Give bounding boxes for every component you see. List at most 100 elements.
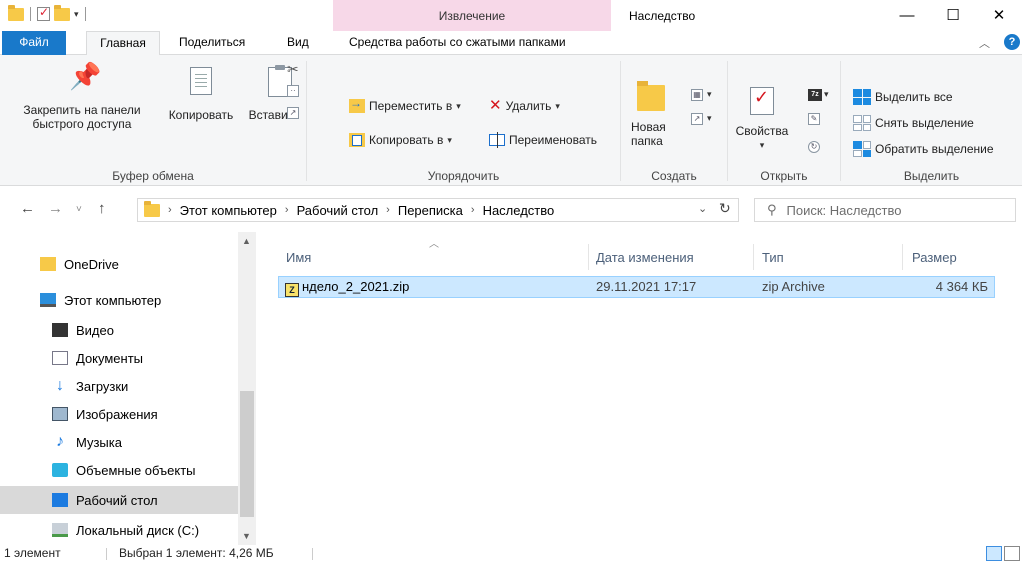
column-header-size[interactable]: Размер <box>912 248 957 268</box>
close-button[interactable]: ✕ <box>976 0 1022 31</box>
pin-icon: 📌 <box>69 61 102 91</box>
sort-ascending-icon: ︿ <box>429 239 439 250</box>
copy-icon <box>190 67 212 95</box>
rename-button[interactable]: Переименовать <box>489 132 597 148</box>
breadcrumb-separator[interactable]: › <box>285 204 289 216</box>
cut-icon[interactable]: ✂ <box>287 61 299 78</box>
select-none-button[interactable]: Снять выделение <box>853 115 974 131</box>
invert-selection-label: Обратить выделение <box>875 142 994 156</box>
nav-item-label: Объемные объекты <box>76 462 196 478</box>
nav-scrollbar-thumb[interactable] <box>240 391 254 517</box>
open-with-7zip-icon[interactable]: 7z <box>808 89 822 101</box>
open-group-label: Открыть <box>760 169 808 183</box>
pin-quick-access-button[interactable]: 📌 Закрепить на панели быстрого доступа <box>4 63 160 131</box>
new-group: Новая папка ▦ ▾ ↗ ▾ Создать <box>621 55 727 186</box>
properties-quick-icon[interactable] <box>37 5 50 21</box>
select-group: Выделить все Снять выделение Обратить вы… <box>841 55 1022 186</box>
column-header-type[interactable]: Тип <box>762 248 784 268</box>
table-row[interactable]: Zндело_2_2021.zip 29.11.2021 17:17 zip A… <box>278 276 995 298</box>
organize-group-label: Упорядочить <box>427 169 500 183</box>
breadcrumb-separator[interactable]: › <box>168 204 172 216</box>
invert-selection-button[interactable]: Обратить выделение <box>853 141 994 157</box>
zip-file-icon: Z <box>285 283 299 297</box>
address-bar[interactable]: › Этот компьютер › Рабочий стол › Перепи… <box>137 198 739 222</box>
maximize-button[interactable]: ☐ <box>930 0 976 31</box>
breadcrumb-separator[interactable]: › <box>386 204 390 216</box>
move-to-button[interactable]: Переместить в ▾ <box>349 96 461 113</box>
copy-button[interactable]: Копировать <box>160 63 242 122</box>
nav-item-label: OneDrive <box>64 256 119 272</box>
new-item-icon[interactable]: ▦ <box>691 89 703 101</box>
select-none-label: Снять выделение <box>875 116 974 130</box>
nav-item-downloads[interactable]: ↓ Загрузки <box>0 372 238 400</box>
address-history-icon[interactable]: ⌄ <box>698 202 707 215</box>
edit-icon[interactable]: ✎ <box>808 113 820 125</box>
column-divider[interactable] <box>753 244 754 270</box>
search-icon: ⚲ <box>767 202 777 217</box>
nav-item-3d-objects[interactable]: Объемные объекты <box>0 456 238 484</box>
select-all-label: Выделить все <box>875 90 953 104</box>
nav-item-label: Загрузки <box>76 378 129 394</box>
chevron-down-icon[interactable]: ▾ <box>707 89 712 100</box>
easy-access-icon[interactable]: ↗ <box>691 113 703 125</box>
breadcrumb-desktop[interactable]: Рабочий стол <box>297 203 379 218</box>
help-icon[interactable]: ? <box>1004 34 1020 50</box>
history-icon[interactable]: ↻ <box>808 141 820 153</box>
chevron-down-icon[interactable]: ▾ <box>707 113 712 124</box>
delete-button[interactable]: ✕ Удалить ▾ <box>489 98 560 113</box>
new-folder-button[interactable]: Новая папка <box>631 81 681 148</box>
chevron-down-icon: ▾ <box>555 100 560 111</box>
tab-file[interactable]: Файл <box>2 31 66 55</box>
refresh-icon[interactable]: ↻ <box>719 200 731 217</box>
scroll-down-icon[interactable]: ▼ <box>242 531 251 541</box>
nav-item-music[interactable]: ♪ Музыка <box>0 428 238 456</box>
column-header-date[interactable]: Дата изменения <box>596 248 694 268</box>
select-none-icon <box>853 115 871 131</box>
large-icons-view-icon[interactable] <box>1004 546 1020 561</box>
file-size: 4 364 КБ <box>935 279 988 294</box>
quick-access-toolbar: ▾ <box>8 4 88 21</box>
separator <box>30 7 31 21</box>
copy-path-icon[interactable]: ·· <box>287 85 299 97</box>
tab-compressed-tools[interactable]: Средства работы со сжатыми папками <box>340 31 575 55</box>
customize-quick-access-icon[interactable]: ▾ <box>74 9 79 20</box>
nav-item-pictures[interactable]: Изображения <box>0 400 238 428</box>
new-folder-quick-icon[interactable] <box>54 4 70 21</box>
copy-to-button[interactable]: Копировать в ▾ <box>349 133 452 147</box>
nav-item-local-disk[interactable]: Локальный диск (C:) <box>0 516 238 544</box>
nav-item-this-pc[interactable]: Этот компьютер <box>0 286 238 314</box>
computer-icon <box>40 293 56 307</box>
column-divider[interactable] <box>588 244 589 270</box>
select-all-button[interactable]: Выделить все <box>853 89 953 105</box>
status-bar: 1 элемент Выбран 1 элемент: 4,26 МБ <box>0 545 1022 563</box>
paste-shortcut-icon[interactable]: ↗ <box>287 107 299 119</box>
nav-item-video[interactable]: Видео <box>0 316 238 344</box>
tab-home[interactable]: Главная <box>86 31 160 56</box>
folder-icon <box>8 4 24 21</box>
breadcrumb-correspondence[interactable]: Переписка <box>398 203 463 218</box>
nav-item-desktop[interactable]: Рабочий стол <box>0 486 238 514</box>
nav-item-label: Рабочий стол <box>76 492 158 508</box>
nav-item-onedrive[interactable]: OneDrive <box>0 250 238 278</box>
tab-view[interactable]: Вид <box>278 31 318 55</box>
up-icon[interactable]: ↑ <box>98 200 106 217</box>
breadcrumb-this-pc[interactable]: Этот компьютер <box>180 203 277 218</box>
back-icon[interactable]: ← <box>20 200 35 217</box>
column-header-name[interactable]: Имя <box>286 248 311 268</box>
recent-locations-icon[interactable]: ˅ <box>76 204 82 215</box>
delete-label: Удалить <box>505 99 552 113</box>
tab-share[interactable]: Поделиться <box>170 31 254 55</box>
nav-item-documents[interactable]: Документы <box>0 344 238 372</box>
details-view-icon[interactable] <box>986 546 1002 561</box>
properties-button[interactable]: Свойства ▾ <box>732 87 792 152</box>
minimize-button[interactable]: — <box>884 0 930 31</box>
desktop-icon <box>52 493 68 507</box>
scroll-up-icon[interactable]: ▲ <box>242 236 251 246</box>
breadcrumb-separator[interactable]: › <box>471 204 475 216</box>
collapse-ribbon-icon[interactable]: ︿ <box>979 35 990 51</box>
forward-icon[interactable]: → <box>48 200 63 217</box>
search-box[interactable]: ⚲ Поиск: Наследство <box>754 198 1016 222</box>
chevron-down-icon[interactable]: ▾ <box>824 89 829 100</box>
column-divider[interactable] <box>902 244 903 270</box>
breadcrumb-current[interactable]: Наследство <box>483 203 555 218</box>
